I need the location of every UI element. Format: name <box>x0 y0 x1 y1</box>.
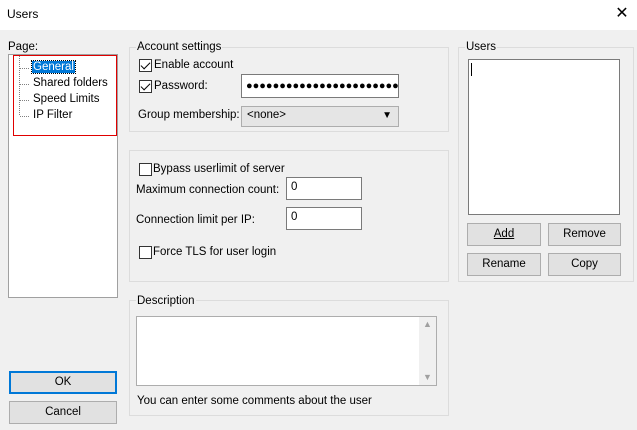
scroll-up-icon[interactable]: ▲ <box>423 319 432 329</box>
tree-connector <box>20 100 29 101</box>
tree-item-general[interactable]: General <box>31 60 76 74</box>
add-user-button[interactable]: Add <box>467 223 541 246</box>
tree-connector <box>20 68 29 69</box>
scroll-down-icon[interactable]: ▼ <box>423 372 432 382</box>
ok-button[interactable]: OK <box>9 371 117 394</box>
group-membership-label: Group membership: <box>138 109 240 121</box>
chevron-down-icon: ▼ <box>382 110 392 121</box>
description-textarea[interactable]: ▲ ▼ <box>136 316 437 386</box>
rename-user-button[interactable]: Rename <box>467 253 541 276</box>
description-title: Description <box>136 295 196 307</box>
tree-connector <box>19 55 20 115</box>
text-caret <box>471 63 472 76</box>
page-label: Page: <box>8 41 39 53</box>
users-list[interactable] <box>468 59 620 215</box>
copy-user-button[interactable]: Copy <box>548 253 621 276</box>
enable-account-checkbox[interactable] <box>139 59 152 72</box>
password-checkbox[interactable] <box>139 80 152 93</box>
remove-user-label: Remove <box>563 228 606 240</box>
add-user-label: Add <box>493 228 515 240</box>
copy-user-label: Copy <box>571 258 598 270</box>
max-connection-label: Maximum connection count: <box>136 184 280 196</box>
cancel-button[interactable]: Cancel <box>9 401 117 424</box>
remove-user-button[interactable]: Remove <box>548 223 621 246</box>
tree-item-shared-folders[interactable]: Shared folders <box>33 77 108 89</box>
tree-connector <box>20 116 29 117</box>
enable-account-label[interactable]: Enable account <box>154 59 233 71</box>
rename-user-label: Rename <box>482 258 526 270</box>
password-label[interactable]: Password: <box>154 80 208 92</box>
max-connection-input[interactable]: 0 <box>286 177 362 200</box>
description-hint: You can enter some comments about the us… <box>137 395 372 407</box>
tree-item-speed-limits[interactable]: Speed Limits <box>33 93 99 105</box>
window-title: Users <box>7 7 39 21</box>
connection-limit-ip-input[interactable]: 0 <box>286 207 362 230</box>
connection-limit-ip-label: Connection limit per IP: <box>136 214 255 226</box>
force-tls-label[interactable]: Force TLS for user login <box>153 246 276 258</box>
close-icon[interactable]: ✕ <box>612 4 632 24</box>
page-tree[interactable]: General Shared folders Speed Limits IP F… <box>8 54 118 298</box>
bypass-userlimit-checkbox[interactable] <box>139 163 152 176</box>
password-field[interactable]: ●●●●●●●●●●●●●●●●●●●●●●●●●● <box>241 74 399 98</box>
tree-item-ip-filter[interactable]: IP Filter <box>33 109 72 121</box>
force-tls-checkbox[interactable] <box>139 246 152 259</box>
tree-connector <box>20 84 29 85</box>
title-bar <box>0 0 637 30</box>
description-scrollbar[interactable]: ▲ ▼ <box>419 317 436 385</box>
users-title: Users <box>465 41 498 53</box>
bypass-userlimit-label[interactable]: Bypass userlimit of server <box>153 163 285 175</box>
group-membership-select[interactable]: <none> ▼ <box>241 106 399 127</box>
account-settings-title: Account settings <box>136 41 223 53</box>
group-membership-value: <none> <box>247 109 287 121</box>
